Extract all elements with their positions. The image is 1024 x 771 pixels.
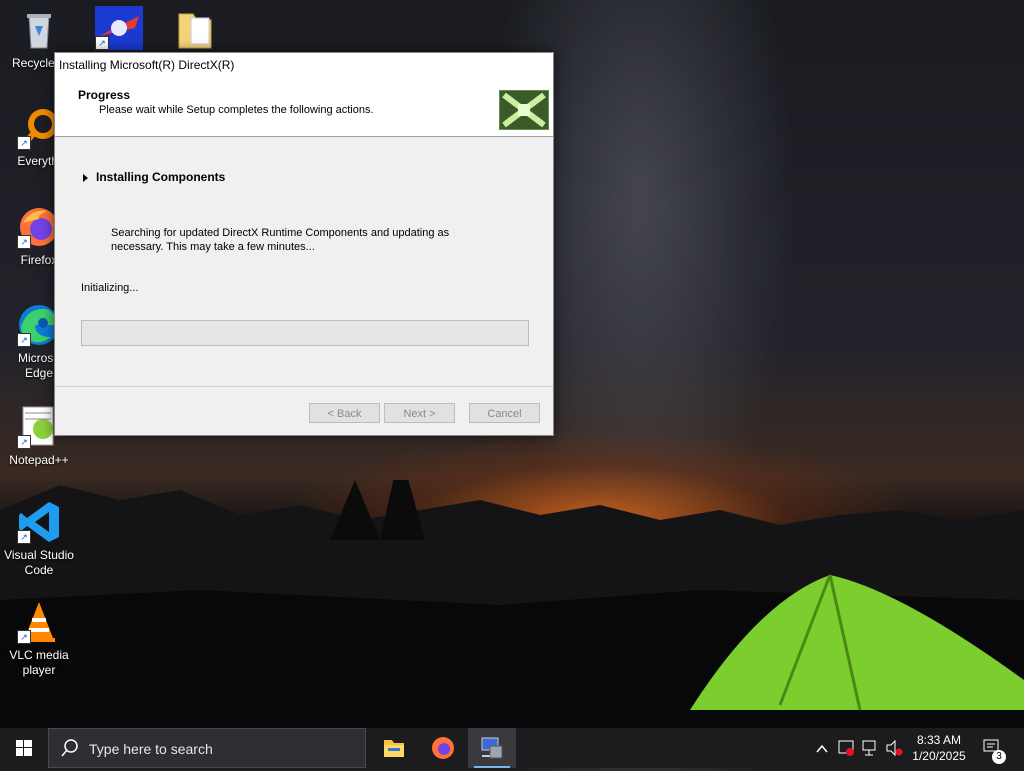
firefox-icon [432,737,454,759]
recycle-bin-icon [17,8,61,52]
notification-badge: 3 [992,750,1006,764]
back-button[interactable]: < Back [309,403,380,423]
desktop-icon-label: VLC media player [9,648,69,677]
tray-network[interactable] [860,728,880,768]
action-center-button[interactable]: 3 [980,728,1010,768]
progress-description: Searching for updated DirectX Runtime Co… [111,227,450,253]
bullet-arrow-icon [83,173,88,182]
dialog-title-bar[interactable]: Installing Microsoft(R) DirectX(R) [55,53,553,80]
folder-icon [173,8,217,52]
shortcut-arrow-icon: ↗ [17,235,31,249]
header-title: Progress [78,88,131,102]
windows-logo-icon [16,740,32,756]
security-warning-icon [838,740,854,756]
shortcut-arrow-icon: ↗ [17,435,31,449]
setup-icon [481,737,503,759]
vlc-icon: ↗ [17,600,61,644]
desktop-icon-app[interactable]: ↗ [80,6,154,54]
chevron-up-icon [816,744,828,753]
taskbar-clock[interactable]: 8:33 AM 1/20/2025 [906,732,972,764]
section-title: Installing Components [83,170,225,184]
taskbar-file-explorer[interactable] [370,728,418,768]
wallpaper-landscape [0,480,1024,730]
clock-time: 8:33 AM [916,733,962,747]
app-icon: ↗ [95,6,143,50]
search-icon [61,739,78,757]
desktop-icon-label: Visual Studio Code [4,548,74,577]
desktop-icon-folder[interactable] [158,8,232,56]
taskbar: Type here to search 8:33 AM 1/20/2025 3 [0,728,1024,768]
taskbar-firefox[interactable] [419,728,467,768]
dialog-header: Progress Please wait while Setup complet… [55,80,553,137]
vscode-icon: ↗ [17,500,61,544]
next-button[interactable]: Next > [384,403,455,423]
section-title-text: Installing Components [96,170,226,184]
tray-security[interactable] [836,728,856,768]
desktop-icon-vlc[interactable]: ↗ VLC media player [2,600,76,678]
shortcut-arrow-icon: ↗ [17,136,31,150]
shortcut-arrow-icon: ↗ [17,530,31,544]
cancel-button[interactable]: Cancel [469,403,540,423]
status-text: Initializing... [81,282,139,294]
dialog-title: Installing Microsoft(R) DirectX(R) [59,58,235,72]
desktop-icon-label: Notepad++ [9,453,69,467]
shortcut-arrow-icon: ↗ [95,36,109,50]
directx-logo-icon [499,90,549,130]
shortcut-arrow-icon: ↗ [17,333,31,347]
shortcut-arrow-icon: ↗ [17,630,31,644]
search-placeholder: Type here to search [89,741,213,757]
desktop-icon-vscode[interactable]: ↗ Visual Studio Code [2,500,76,578]
file-explorer-icon [384,740,404,757]
taskbar-directx-setup[interactable] [468,728,516,768]
volume-muted-icon [886,739,903,757]
tray-volume[interactable] [884,728,904,768]
start-button[interactable] [0,728,48,768]
directx-setup-dialog: Installing Microsoft(R) DirectX(R) Progr… [54,52,554,436]
network-icon [862,740,876,756]
show-hidden-icons[interactable] [812,728,832,768]
clock-date: 1/20/2025 [912,749,966,763]
header-subtitle: Please wait while Setup completes the fo… [99,104,374,116]
progress-bar [81,320,529,346]
footer-divider [55,386,553,387]
taskbar-search-box[interactable]: Type here to search [48,728,366,768]
